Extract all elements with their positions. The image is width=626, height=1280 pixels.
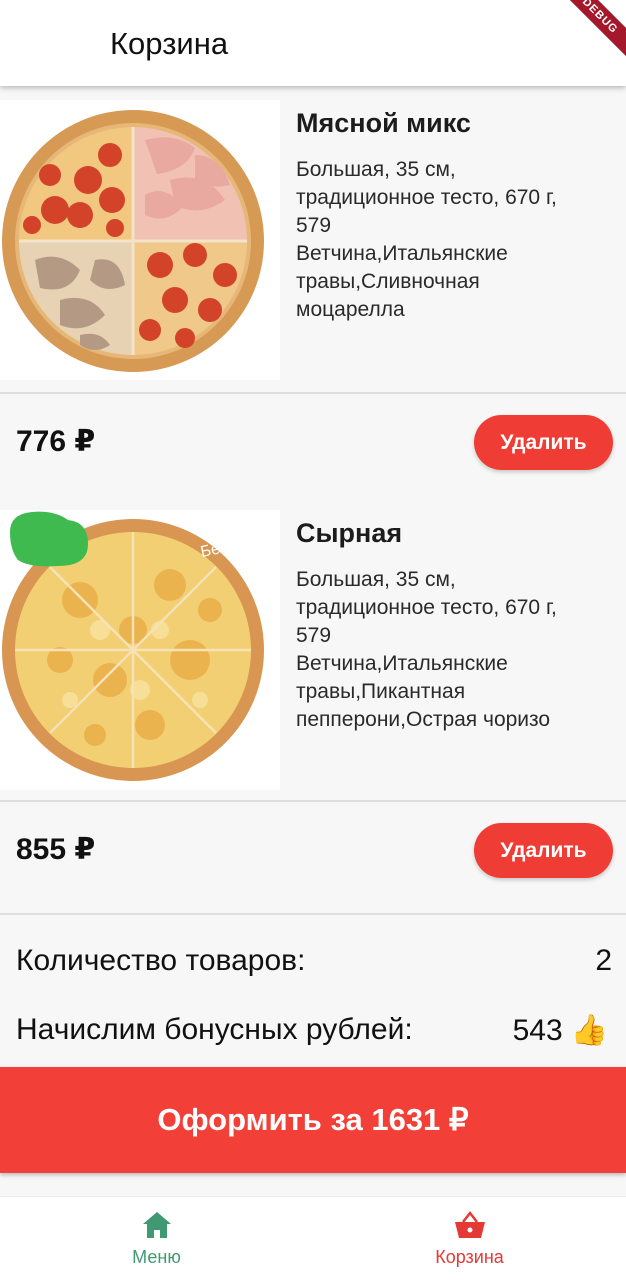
- page-title: Корзина: [110, 26, 229, 61]
- items-count-value: 2: [595, 944, 612, 977]
- nav-item-label: Корзина: [435, 1247, 504, 1267]
- items-count-label: Количество товаров:: [16, 944, 306, 977]
- item-description: Большая, 35 см, традиционное тесто, 670 …: [296, 158, 557, 321]
- checkout-button[interactable]: Оформить за 1631 ₽: [0, 1067, 626, 1173]
- basket-icon: [454, 1210, 485, 1238]
- item-price: 776 ₽: [16, 425, 96, 458]
- no-meat-badge: [10, 511, 88, 567]
- item-name: Сырная: [296, 518, 403, 548]
- divider: [0, 913, 626, 915]
- debug-banner: DEBUG: [550, 0, 626, 66]
- thumbs-up-icon: 👍: [570, 1014, 608, 1047]
- delete-button[interactable]: Удалить: [474, 823, 613, 878]
- delete-button[interactable]: Удалить: [474, 415, 613, 470]
- item-name: Мясной микс: [296, 108, 471, 138]
- cheese-pizza-image: Без мяса: [0, 510, 280, 790]
- bottom-navigation: Меню Корзина: [0, 1196, 626, 1280]
- nav-item-cart[interactable]: Корзина: [313, 1197, 626, 1280]
- nav-item-menu[interactable]: Меню: [0, 1197, 313, 1280]
- cart-item-details: Мясной микс Большая, 35 см, традиционное…: [0, 100, 626, 392]
- meat-mix-pizza-image: [0, 100, 280, 380]
- divider: [0, 800, 626, 802]
- item-price: 855 ₽: [16, 833, 96, 866]
- bonus-label: Начислим бонусных рублей:: [16, 1013, 413, 1046]
- bonus-value-group: 543 👍: [513, 1013, 608, 1048]
- item-description: Большая, 35 см, традиционное тесто, 670 …: [296, 568, 557, 731]
- cart-item-details: Без мяса Сырная Большая, 35 см, традицио…: [0, 510, 626, 802]
- bonus-row: Начислим бонусных рублей: 543 👍: [16, 1013, 612, 1047]
- items-count-row: Количество товаров: 2: [16, 944, 612, 978]
- bonus-value: 543: [512, 1013, 563, 1047]
- app-bar: Корзина DEBUG: [0, 0, 626, 86]
- home-icon: [142, 1212, 171, 1238]
- nav-item-label: Меню: [132, 1247, 181, 1267]
- divider: [0, 392, 626, 394]
